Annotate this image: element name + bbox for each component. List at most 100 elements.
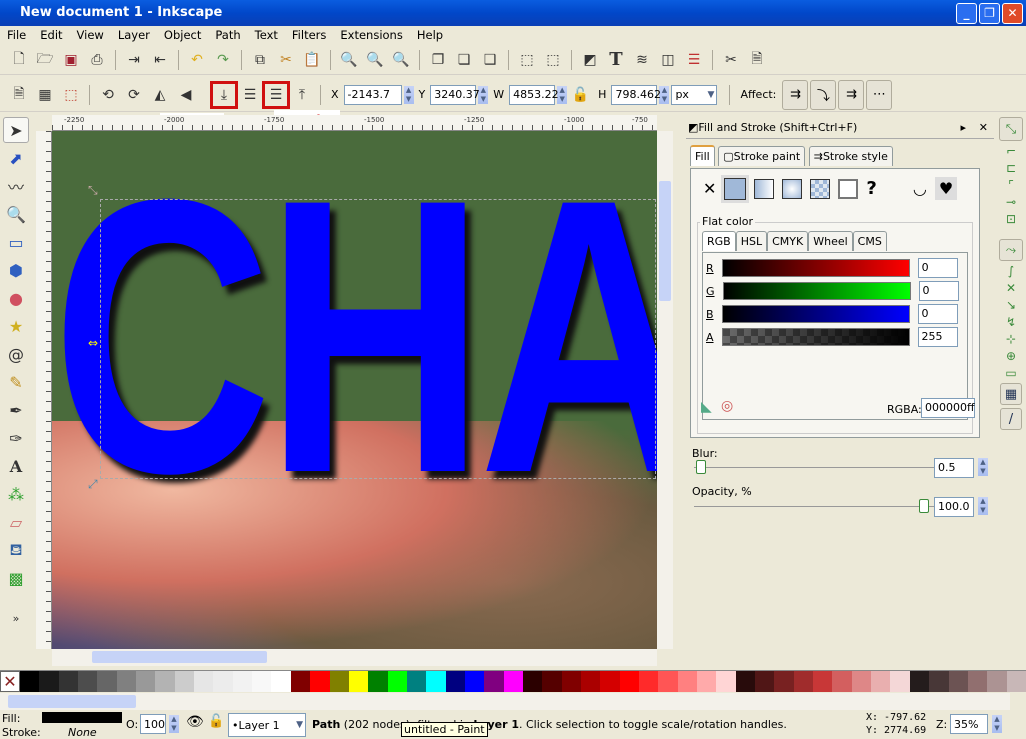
snap-bbox-edge-icon[interactable]: ⊏: [1006, 161, 1016, 175]
color-swatch[interactable]: [329, 671, 349, 692]
group-icon[interactable]: ⬚: [516, 49, 538, 71]
menu-edit[interactable]: Edit: [33, 26, 69, 45]
snap-bbox-midpoint-icon[interactable]: ⊸: [1006, 195, 1016, 209]
copy-icon[interactable]: ⧉: [249, 49, 271, 71]
tab-rgb[interactable]: RGB: [702, 231, 736, 251]
opacity-spinner[interactable]: ▲ ▼: [169, 715, 179, 733]
raise-icon[interactable]: ☰: [262, 80, 290, 109]
tab-fill[interactable]: Fill: [690, 145, 715, 166]
y-field[interactable]: 3240.37: [430, 84, 480, 105]
export-icon[interactable]: ⇤: [149, 49, 171, 71]
maximize-button[interactable]: ❐: [979, 3, 1000, 24]
fill-rule-evenodd-icon[interactable]: ◡: [913, 179, 927, 198]
snap-grid-icon[interactable]: ▦: [1000, 383, 1022, 405]
color-swatch[interactable]: [445, 671, 465, 692]
color-swatch[interactable]: [155, 671, 175, 692]
color-swatch[interactable]: [832, 671, 852, 692]
color-swatch[interactable]: [174, 671, 195, 692]
color-swatch[interactable]: [271, 671, 291, 692]
3d-box-tool-icon[interactable]: ⬢: [3, 257, 29, 283]
color-swatch[interactable]: [851, 671, 872, 692]
g-field[interactable]: 0: [918, 281, 959, 301]
snap-guide-icon[interactable]: /: [1000, 408, 1022, 430]
color-swatch[interactable]: [871, 671, 891, 692]
flat-color-icon[interactable]: [721, 174, 750, 203]
rgba-field[interactable]: 000000ff: [921, 398, 975, 418]
print-icon[interactable]: ⎙: [86, 49, 108, 71]
affect-corners-button[interactable]: ⤵: [810, 79, 837, 110]
menu-filters[interactable]: Filters: [285, 26, 333, 45]
color-swatch[interactable]: [310, 671, 330, 692]
eraser-tool-icon[interactable]: ▱: [3, 509, 29, 535]
color-swatch[interactable]: [619, 671, 639, 692]
import-icon[interactable]: ⇥: [123, 49, 145, 71]
rectangle-tool-icon[interactable]: ▭: [3, 229, 29, 255]
color-swatch[interactable]: [677, 671, 698, 692]
menu-layer[interactable]: Layer: [111, 26, 157, 45]
stroke-indicator[interactable]: None: [68, 726, 97, 739]
redo-icon[interactable]: ↷: [212, 49, 234, 71]
tab-stroke-paint[interactable]: ▢Stroke paint: [718, 146, 806, 166]
snap-page-icon[interactable]: ▭: [1005, 366, 1016, 380]
snap-bbox-icon[interactable]: ⌐: [1006, 144, 1016, 158]
color-swatch[interactable]: [697, 671, 717, 692]
star-tool-icon[interactable]: ★: [3, 313, 29, 339]
color-swatch[interactable]: [213, 671, 233, 692]
lower-icon[interactable]: ☰: [239, 84, 261, 106]
flip-horizontal-icon[interactable]: ◭: [149, 84, 171, 106]
color-swatch[interactable]: [503, 671, 523, 692]
preferences-icon[interactable]: ✂: [720, 49, 742, 71]
color-swatch[interactable]: [58, 671, 79, 692]
clone-icon[interactable]: ❏: [453, 49, 475, 71]
menu-object[interactable]: Object: [157, 26, 208, 45]
color-swatch[interactable]: [232, 671, 253, 692]
swatch-icon[interactable]: [838, 178, 859, 199]
new-icon[interactable]: 🗋: [8, 49, 30, 71]
color-swatch[interactable]: [658, 671, 678, 692]
save-icon[interactable]: ▣: [60, 49, 82, 71]
color-picker-icon[interactable]: ◣: [701, 399, 712, 415]
menu-help[interactable]: Help: [410, 26, 450, 45]
duplicate-icon[interactable]: ❐: [427, 49, 449, 71]
lower-to-bottom-icon[interactable]: ⤓: [210, 80, 238, 109]
snap-bbox-corner-icon[interactable]: ⌜: [1008, 178, 1014, 192]
color-managed-icon[interactable]: ◎: [721, 398, 733, 414]
color-swatch[interactable]: [368, 671, 388, 692]
cut-icon[interactable]: ✂: [275, 49, 297, 71]
color-swatch[interactable]: [600, 671, 620, 692]
color-swatch[interactable]: [194, 671, 214, 692]
b-field[interactable]: 0: [917, 304, 958, 324]
document-properties-icon[interactable]: 🗎: [746, 49, 768, 71]
r-field[interactable]: 0: [917, 258, 958, 278]
unlink-clone-icon[interactable]: ❑: [479, 49, 501, 71]
opacity-slider-handle[interactable]: [919, 499, 929, 513]
snap-path-icon[interactable]: ∫: [1008, 264, 1014, 278]
snap-toggle-icon[interactable]: ⤡: [999, 117, 1023, 141]
menu-path[interactable]: Path: [208, 26, 247, 45]
color-swatch[interactable]: [793, 671, 814, 692]
color-swatch[interactable]: [755, 671, 775, 692]
color-swatch[interactable]: [348, 671, 369, 692]
fill-indicator[interactable]: [42, 712, 122, 723]
linear-gradient-icon[interactable]: [754, 178, 775, 199]
color-swatch[interactable]: [967, 671, 988, 692]
zoom-tool-icon[interactable]: 🔍: [3, 201, 29, 227]
h-spinner[interactable]: ▲ ▼: [659, 85, 670, 104]
color-swatch[interactable]: [890, 671, 910, 692]
raise-to-top-icon[interactable]: ⤒: [291, 84, 313, 106]
zoom-drawing-icon[interactable]: 🔍: [364, 49, 386, 71]
text-tool-icon[interactable]: T: [605, 49, 627, 71]
color-swatch[interactable]: [484, 671, 504, 692]
opacity-slider[interactable]: [694, 506, 934, 507]
color-swatch[interactable]: [252, 671, 272, 692]
unit-select[interactable]: px ▼: [671, 84, 718, 105]
align-icon[interactable]: ☰: [683, 49, 705, 71]
color-swatch[interactable]: [136, 671, 156, 692]
pattern-icon[interactable]: [810, 178, 831, 199]
ellipse-tool-icon[interactable]: ●: [3, 285, 29, 311]
tab-cms[interactable]: CMS: [852, 231, 887, 251]
opacity-field[interactable]: 100: [140, 714, 166, 734]
color-swatch[interactable]: [909, 671, 930, 692]
paste-icon[interactable]: 📋: [301, 49, 323, 71]
affect-patterns-button[interactable]: ⋯: [866, 79, 893, 110]
